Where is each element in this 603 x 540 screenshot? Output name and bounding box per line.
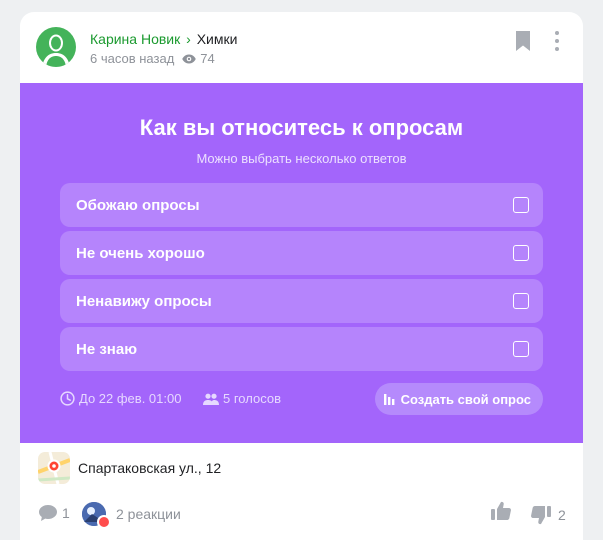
- dislike-count: 2: [558, 507, 566, 523]
- checkbox[interactable]: [513, 245, 529, 261]
- votes-count: 5 голосов: [223, 391, 281, 406]
- checkbox[interactable]: [513, 293, 529, 309]
- comment-icon: [39, 505, 57, 521]
- reaction-avatar: [82, 502, 111, 529]
- author-name-link[interactable]: Карина Новик: [90, 31, 180, 47]
- bar-chart-icon: [383, 393, 394, 405]
- location-row[interactable]: Спартаковская ул., 12: [38, 452, 221, 484]
- like-icon[interactable]: [490, 500, 512, 527]
- post-actions: 1 2 реакции 2: [38, 500, 568, 529]
- poll-votes: 5 голосов: [203, 391, 281, 406]
- poll-option-label: Обожаю опросы: [76, 196, 200, 214]
- map-pin-icon: [38, 452, 70, 484]
- eye-icon: [182, 54, 196, 64]
- location-address[interactable]: Спартаковская ул., 12: [78, 460, 221, 476]
- post-time: 6 часов назад: [90, 51, 175, 66]
- city-link[interactable]: Химки: [197, 31, 238, 47]
- reactions-button[interactable]: 2 реакции: [82, 502, 181, 529]
- poll-block: Как вы относитесь к опросам Можно выбрат…: [20, 83, 583, 443]
- comments-button[interactable]: 1: [38, 504, 70, 522]
- poll-option-label: Не очень хорошо: [76, 244, 205, 262]
- poll-option[interactable]: Обожаю опросы: [60, 183, 543, 227]
- poll-option[interactable]: Не знаю: [60, 327, 543, 371]
- dislike-icon: [531, 506, 551, 525]
- checkbox[interactable]: [513, 197, 529, 213]
- dislike-button[interactable]: 2: [530, 504, 566, 526]
- author-line: Карина Новик › Химки: [90, 31, 237, 47]
- clock-icon: [60, 391, 75, 406]
- post-meta: 6 часов назад 74: [90, 51, 215, 66]
- create-poll-label: Создать свой опрос: [400, 391, 531, 407]
- author-avatar[interactable]: [36, 27, 76, 67]
- poll-options: Обожаю опросы Не очень хорошо Ненавижу о…: [60, 183, 543, 375]
- deadline-text: До 22 фев. 01:00: [79, 391, 182, 406]
- author-separator: ›: [186, 31, 191, 47]
- bookmark-icon[interactable]: [514, 30, 532, 52]
- people-icon: [203, 393, 219, 405]
- poll-option[interactable]: Ненавижу опросы: [60, 279, 543, 323]
- poll-title: Как вы относитесь к опросам: [139, 115, 464, 140]
- person-silhouette-icon: [42, 34, 70, 67]
- post-card: Карина Новик › Химки 6 часов назад 74 Ка…: [20, 12, 583, 540]
- poll-option[interactable]: Не очень хорошо: [60, 231, 543, 275]
- poll-subtitle: Можно выбрать несколько ответов: [196, 151, 407, 166]
- poll-footer: До 22 фев. 01:00 5 голосов Создать свой …: [60, 383, 543, 415]
- checkbox[interactable]: [513, 341, 529, 357]
- dislike-reaction-badge: [97, 515, 111, 529]
- poll-deadline: До 22 фев. 01:00: [60, 391, 181, 406]
- poll-option-label: Ненавижу опросы: [76, 292, 212, 310]
- create-poll-button[interactable]: Создать свой опрос: [374, 383, 543, 415]
- comments-count: 1: [62, 505, 70, 521]
- more-vertical-icon[interactable]: [552, 30, 562, 52]
- views-count: 74: [200, 51, 215, 66]
- poll-option-label: Не знаю: [76, 340, 138, 358]
- reactions-label: 2 реакции: [116, 506, 181, 522]
